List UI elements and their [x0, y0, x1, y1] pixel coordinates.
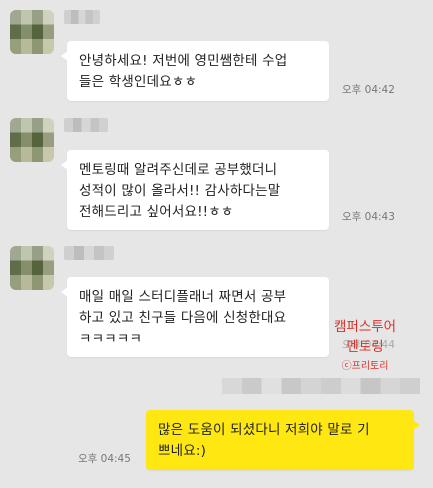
message-bubble[interactable]: 매일 매일 스터디플래너 짜면서 공부 하고 있고 친구들 다음에 신청한대요 …	[61, 277, 329, 357]
sender-name	[64, 118, 108, 132]
message-text: 들은 학생인데요ㅎㅎ	[79, 74, 198, 90]
message-text: 안녕하세요! 저번에 영민쌤한테 수업	[79, 53, 288, 69]
message-bubble[interactable]: 많은 도움이 되셨다니 저희야 말로 기 쁘네요:)	[146, 410, 420, 470]
message-time: 오후 04:43	[342, 211, 395, 223]
watermark-subtitle: 멘토링	[346, 339, 384, 355]
sender-name	[64, 246, 114, 260]
watermark: 캠퍼스투어 멘토링 ⓒ프리토리	[334, 317, 396, 375]
message-text: 쁘네요:)	[158, 443, 207, 459]
sender-avatar[interactable]	[10, 10, 54, 54]
message-text: 전해드리고 싶어서요!!ㅎㅎ	[79, 204, 234, 220]
message-time: 오후 04:42	[342, 84, 395, 96]
message-time: 오후 04:45	[78, 453, 131, 465]
message-text: 매일 매일 스터디플래너 짜면서 공부	[79, 289, 287, 305]
blurred-region	[222, 378, 420, 394]
sender-name	[64, 10, 100, 24]
watermark-copyright: ⓒ프리토리	[341, 361, 389, 372]
watermark-title: 캠퍼스투어	[334, 319, 397, 335]
message-bubble[interactable]: 멘토링때 알려주신데로 공부했더니 성적이 많이 올라서!! 감사하다는말 전해…	[61, 150, 329, 230]
message-text: 멘토링때 알려주신데로 공부했더니	[79, 162, 278, 178]
message-text: ㅋㅋㅋㅋㅋ	[79, 331, 143, 347]
message-text: 성적이 많이 올라서!! 감사하다는말	[79, 183, 281, 199]
message-text: 많은 도움이 되셨다니 저희야 말로 기	[158, 422, 370, 438]
sender-avatar[interactable]	[10, 118, 54, 162]
message-bubble[interactable]: 안녕하세요! 저번에 영민쌤한테 수업 들은 학생인데요ㅎㅎ	[61, 41, 329, 101]
sender-avatar[interactable]	[10, 246, 54, 290]
message-text: 하고 있고 친구들 다음에 신청한대요	[79, 310, 287, 326]
